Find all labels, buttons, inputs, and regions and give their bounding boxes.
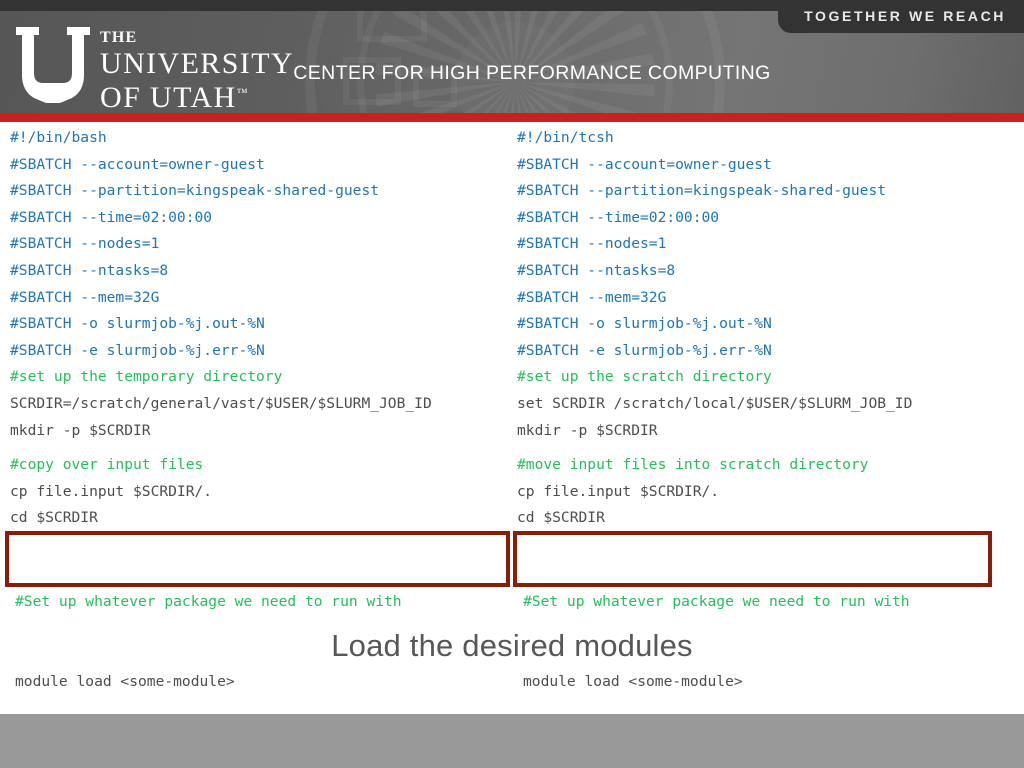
code-line: #SBATCH -e slurmjob-%j.err-%N <box>10 338 510 365</box>
highlight-left-comment: #Set up whatever package we need to run … <box>15 589 506 616</box>
university-seal-watermark-icon: FEB. 28 1850 <box>305 0 725 121</box>
highlight-box-left: #Set up whatever package we need to run … <box>5 531 510 587</box>
code-line: cp file.input $SCRDIR/. <box>517 479 1017 506</box>
code-line: #SBATCH --ntasks=8 <box>10 258 510 285</box>
highlight-box-right: #Set up whatever package we need to run … <box>513 531 992 587</box>
slide-caption: Load the desired modules <box>0 628 1024 664</box>
slide-root: FEB. 28 1850 TOGETHER WE REACH THE UNIVE… <box>0 0 1024 768</box>
center-title: CENTER FOR HIGH PERFORMANCE COMPUTING <box>0 62 1024 85</box>
code-line: #SBATCH -o slurmjob-%j.out-%N <box>517 311 1017 338</box>
wordmark-of-utah: OF UTAH™ <box>100 83 294 113</box>
bash-script-column: #!/bin/bash#SBATCH --account=owner-guest… <box>10 125 510 532</box>
code-line: #SBATCH --time=02:00:00 <box>10 205 510 232</box>
code-line: #SBATCH --nodes=1 <box>517 231 1017 258</box>
footer-bar <box>0 714 1024 768</box>
code-line: cd $SCRDIR <box>10 505 510 532</box>
tcsh-script-column: #!/bin/tcsh#SBATCH --account=owner-guest… <box>517 125 1017 532</box>
code-line: cd $SCRDIR <box>517 505 1017 532</box>
code-line: #!/bin/bash <box>10 125 510 152</box>
code-line: #set up the scratch directory <box>517 364 1017 391</box>
trademark-icon: ™ <box>237 87 248 99</box>
code-line: #SBATCH -e slurmjob-%j.err-%N <box>517 338 1017 365</box>
slide-header: FEB. 28 1850 TOGETHER WE REACH THE UNIVE… <box>0 0 1024 121</box>
tagline-panel: TOGETHER WE REACH <box>778 0 1024 33</box>
wordmark-of-utah-text: OF UTAH <box>100 81 237 114</box>
header-red-rule <box>0 113 1024 122</box>
code-line: #SBATCH --partition=kingspeak-shared-gue… <box>517 178 1017 205</box>
code-line: cp file.input $SCRDIR/. <box>10 479 510 506</box>
wordmark-the: THE <box>100 30 294 46</box>
code-line: #set up the temporary directory <box>10 364 510 391</box>
code-line: #SBATCH --account=owner-guest <box>10 152 510 179</box>
code-line-spacer <box>517 444 1017 452</box>
code-line: mkdir -p $SCRDIR <box>517 418 1017 445</box>
highlight-right-command: module load <some-module> <box>523 669 988 696</box>
code-line: #SBATCH --account=owner-guest <box>517 152 1017 179</box>
code-line: #SBATCH -o slurmjob-%j.out-%N <box>10 311 510 338</box>
code-line: #SBATCH --mem=32G <box>10 285 510 312</box>
code-line: #!/bin/tcsh <box>517 125 1017 152</box>
code-line: #copy over input files <box>10 452 510 479</box>
code-line: #SBATCH --mem=32G <box>517 285 1017 312</box>
highlight-right-comment: #Set up whatever package we need to run … <box>523 589 988 616</box>
code-line: #move input files into scratch directory <box>517 452 1017 479</box>
tagline-text: TOGETHER WE REACH <box>778 8 1006 24</box>
code-line: #SBATCH --nodes=1 <box>10 231 510 258</box>
code-line: #SBATCH --time=02:00:00 <box>517 205 1017 232</box>
code-line: set SCRDIR /scratch/local/$USER/$SLURM_J… <box>517 391 1017 418</box>
code-line: #SBATCH --partition=kingspeak-shared-gue… <box>10 178 510 205</box>
code-line: #SBATCH --ntasks=8 <box>517 258 1017 285</box>
code-line: SCRDIR=/scratch/general/vast/$USER/$SLUR… <box>10 391 510 418</box>
code-line-spacer <box>10 444 510 452</box>
code-line: mkdir -p $SCRDIR <box>10 418 510 445</box>
highlight-left-command: module load <some-module> <box>15 669 506 696</box>
